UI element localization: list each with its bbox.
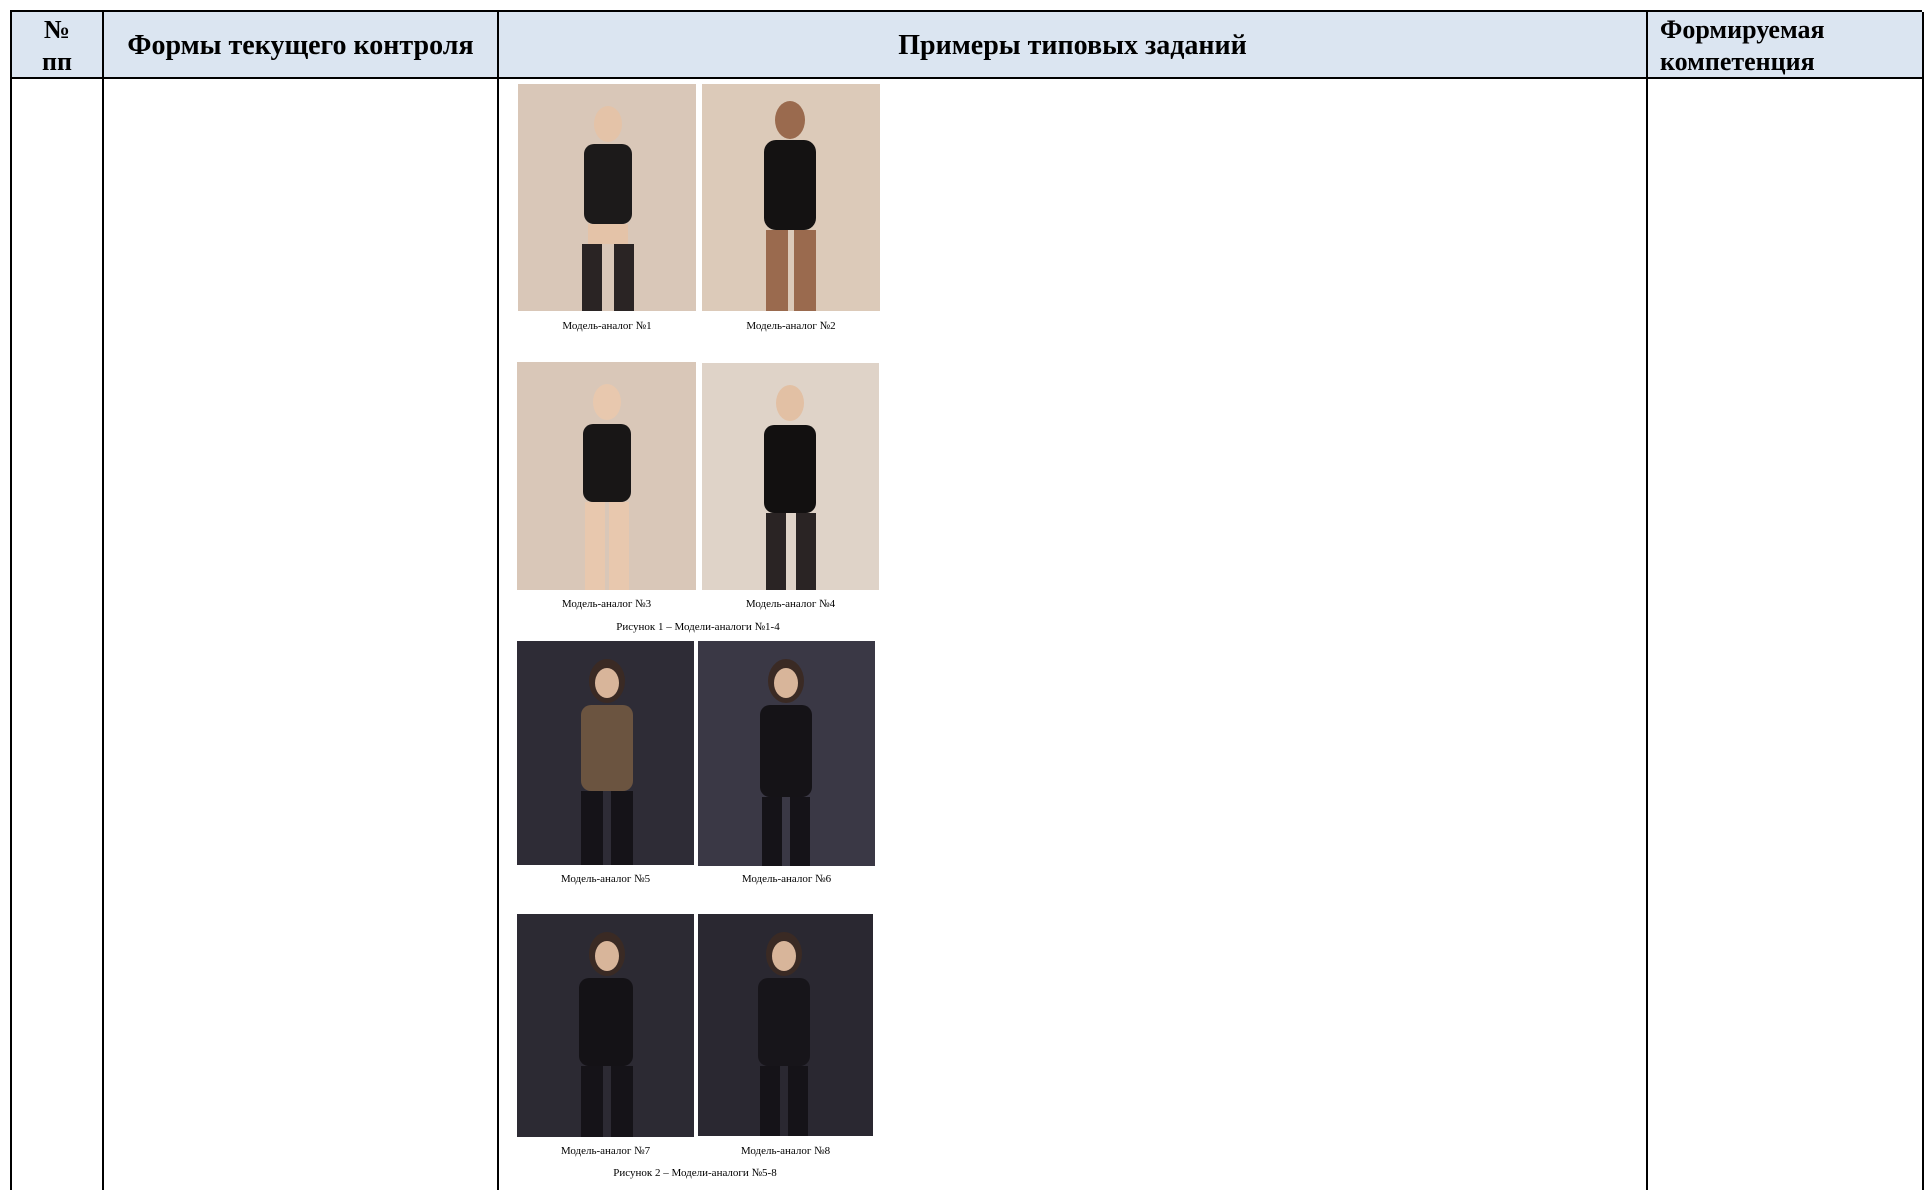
figure-2-title: Рисунок 2 – Модели-аналоги №5-8 [613, 1167, 777, 1179]
document-table: № пп Формы текущего контроля Примеры тип… [10, 10, 1924, 1190]
caption-model-7: Модель-аналог №7 [560, 1145, 651, 1157]
caption-model-6: Модель-аналог №6 [741, 873, 832, 885]
column-divider [1646, 12, 1648, 1190]
caption-model-5: Модель-аналог №5 [560, 873, 651, 885]
column-divider [102, 12, 104, 1190]
caption-model-3: Модель-аналог №3 [561, 598, 652, 610]
figure-1-title: Рисунок 1 – Модели-аналоги №1-4 [616, 621, 780, 633]
model-photo-6 [698, 641, 875, 866]
header-competence: Формируемая компетенция [1660, 14, 1825, 76]
model-photo-8 [698, 914, 873, 1136]
caption-model-2: Модель-аналог №2 [746, 320, 836, 332]
model-photo-1 [518, 84, 696, 311]
header-number: № пп [42, 14, 72, 76]
caption-model-8: Модель-аналог №8 [740, 1145, 831, 1157]
model-photo-7 [517, 914, 694, 1137]
header-examples: Примеры типовых заданий [898, 29, 1247, 61]
model-photo-4 [702, 363, 879, 590]
caption-model-4: Модель-аналог №4 [745, 598, 836, 610]
model-photo-3 [517, 362, 696, 590]
column-divider [497, 12, 499, 1190]
column-divider [1922, 12, 1924, 1190]
header-forms: Формы текущего контроля [127, 29, 474, 61]
caption-model-1: Модель-аналог №1 [562, 320, 652, 332]
model-photo-2 [702, 84, 880, 311]
model-photo-5 [517, 641, 694, 865]
